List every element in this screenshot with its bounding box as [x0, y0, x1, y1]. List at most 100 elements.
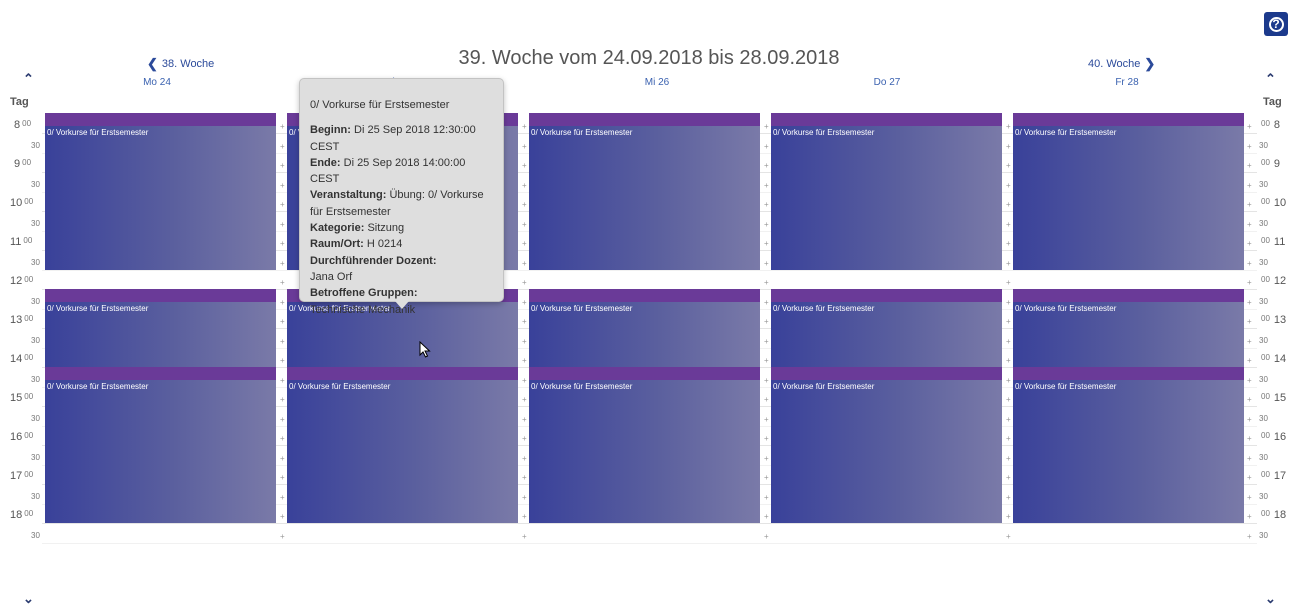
add-slot-button[interactable]: +	[1006, 123, 1011, 131]
add-slot-button[interactable]: +	[1006, 298, 1011, 307]
add-slot-button[interactable]: +	[764, 396, 769, 404]
add-slot-button[interactable]: +	[280, 279, 285, 287]
add-slot-button[interactable]: +	[1247, 259, 1252, 268]
calendar-event[interactable]: 12.30-14.00 0/ Vorkurse für Erstsemester	[1013, 288, 1244, 367]
add-slot-button[interactable]: +	[1247, 279, 1252, 287]
add-slot-button[interactable]: +	[764, 162, 769, 170]
add-slot-button[interactable]: +	[522, 513, 527, 521]
calendar-event[interactable]: 08.00-11.30 0/ Vorkurse für Erstsemester	[45, 113, 276, 270]
add-slot-button[interactable]: +	[280, 396, 285, 404]
calendar-event[interactable]: 12.30-14.00 0/ Vorkurse für Erstsemester	[529, 288, 760, 367]
add-slot-button[interactable]: +	[764, 474, 769, 482]
add-slot-button[interactable]: +	[522, 357, 527, 365]
add-slot-button[interactable]: +	[1247, 513, 1252, 521]
add-slot-button[interactable]: +	[522, 415, 527, 424]
add-slot-button[interactable]: +	[1247, 220, 1252, 229]
add-slot-button[interactable]: +	[522, 493, 527, 502]
add-slot-button[interactable]: +	[522, 162, 527, 170]
add-slot-button[interactable]: +	[522, 318, 527, 326]
add-slot-button[interactable]: +	[522, 201, 527, 209]
add-slot-button[interactable]: +	[1006, 279, 1011, 287]
next-week-link[interactable]: 40. Woche ❯	[1088, 57, 1155, 70]
add-slot-button[interactable]: +	[522, 454, 527, 463]
add-slot-button[interactable]: +	[1247, 181, 1252, 190]
add-slot-button[interactable]: +	[522, 435, 527, 443]
add-slot-button[interactable]: +	[1247, 454, 1252, 463]
add-slot-button[interactable]: +	[280, 435, 285, 443]
add-slot-button[interactable]: +	[522, 376, 527, 385]
add-slot-button[interactable]: +	[280, 513, 285, 521]
add-slot-button[interactable]: +	[764, 357, 769, 365]
add-slot-button[interactable]: +	[280, 318, 285, 326]
add-slot-button[interactable]: +	[1006, 240, 1011, 248]
add-slot-button[interactable]: +	[764, 259, 769, 268]
add-slot-button[interactable]: +	[1247, 298, 1252, 307]
add-slot-button[interactable]: +	[764, 376, 769, 385]
add-slot-button[interactable]: +	[1247, 162, 1252, 170]
add-slot-button[interactable]: +	[1006, 493, 1011, 502]
add-slot-button[interactable]: +	[1006, 357, 1011, 365]
add-slot-button[interactable]: +	[764, 240, 769, 248]
add-slot-button[interactable]: +	[1006, 513, 1011, 521]
add-slot-button[interactable]: +	[280, 123, 285, 131]
add-slot-button[interactable]: +	[1006, 162, 1011, 170]
add-slot-button[interactable]: +	[764, 415, 769, 424]
calendar-event[interactable]: 14.30-18.00 0/ Vorkurse für Erstsemester	[45, 366, 276, 523]
add-slot-button[interactable]: +	[280, 376, 285, 385]
add-slot-button[interactable]: +	[764, 279, 769, 287]
add-slot-button[interactable]: +	[280, 532, 285, 541]
add-slot-button[interactable]: +	[280, 415, 285, 424]
add-slot-button[interactable]: +	[764, 454, 769, 463]
add-slot-button[interactable]: +	[522, 123, 527, 131]
add-slot-button[interactable]: +	[1247, 376, 1252, 385]
day-header-4[interactable]: Fr 28	[1007, 77, 1247, 88]
calendar-event[interactable]: 08.00-11.30 0/ Vorkurse für Erstsemester	[771, 113, 1002, 270]
add-slot-button[interactable]: +	[522, 279, 527, 287]
add-slot-button[interactable]: +	[1006, 415, 1011, 424]
add-slot-button[interactable]: +	[1247, 201, 1252, 209]
scroll-up-right[interactable]: ⌃	[1265, 71, 1276, 87]
calendar-event[interactable]: 08.00-11.30 0/ Vorkurse für Erstsemester	[529, 113, 760, 270]
add-slot-button[interactable]: +	[522, 220, 527, 229]
calendar-event[interactable]: 14.30-18.00 0/ Vorkurse für Erstsemester	[287, 366, 518, 523]
calendar-event[interactable]: 12.30-14.00 0/ Vorkurse für Erstsemester	[771, 288, 1002, 367]
help-button[interactable]: ?	[1264, 12, 1288, 36]
add-slot-button[interactable]: +	[764, 435, 769, 443]
add-slot-button[interactable]: +	[1006, 259, 1011, 268]
add-slot-button[interactable]: +	[522, 240, 527, 248]
add-slot-button[interactable]: +	[1247, 532, 1252, 541]
add-slot-button[interactable]: +	[1247, 240, 1252, 248]
add-slot-button[interactable]: +	[764, 298, 769, 307]
calendar-event[interactable]: 12.30-14.00 0/ Vorkurse für Erstsemester	[45, 288, 276, 367]
add-slot-button[interactable]: +	[764, 513, 769, 521]
add-slot-button[interactable]: +	[522, 337, 527, 346]
add-slot-button[interactable]: +	[1247, 123, 1252, 131]
add-slot-button[interactable]: +	[280, 298, 285, 307]
add-slot-button[interactable]: +	[1006, 376, 1011, 385]
add-slot-button[interactable]: +	[764, 493, 769, 502]
add-slot-button[interactable]: +	[1247, 142, 1252, 151]
add-slot-button[interactable]: +	[522, 532, 527, 541]
add-slot-button[interactable]: +	[764, 142, 769, 151]
day-header-2[interactable]: Mi 26	[537, 77, 777, 88]
add-slot-button[interactable]: +	[1006, 396, 1011, 404]
add-slot-button[interactable]: +	[1247, 493, 1252, 502]
add-slot-button[interactable]: +	[1006, 318, 1011, 326]
scroll-down-left[interactable]: ⌄	[23, 592, 34, 605]
add-slot-button[interactable]: +	[764, 318, 769, 326]
add-slot-button[interactable]: +	[764, 337, 769, 346]
add-slot-button[interactable]: +	[522, 181, 527, 190]
add-slot-button[interactable]: +	[1247, 474, 1252, 482]
add-slot-button[interactable]: +	[764, 532, 769, 541]
add-slot-button[interactable]: +	[280, 240, 285, 248]
add-slot-button[interactable]: +	[522, 142, 527, 151]
add-slot-button[interactable]: +	[1247, 396, 1252, 404]
add-slot-button[interactable]: +	[1006, 454, 1011, 463]
add-slot-button[interactable]: +	[280, 337, 285, 346]
add-slot-button[interactable]: +	[280, 162, 285, 170]
add-slot-button[interactable]: +	[1247, 337, 1252, 346]
add-slot-button[interactable]: +	[280, 201, 285, 209]
add-slot-button[interactable]: +	[522, 298, 527, 307]
add-slot-button[interactable]: +	[1006, 181, 1011, 190]
add-slot-button[interactable]: +	[1006, 142, 1011, 151]
